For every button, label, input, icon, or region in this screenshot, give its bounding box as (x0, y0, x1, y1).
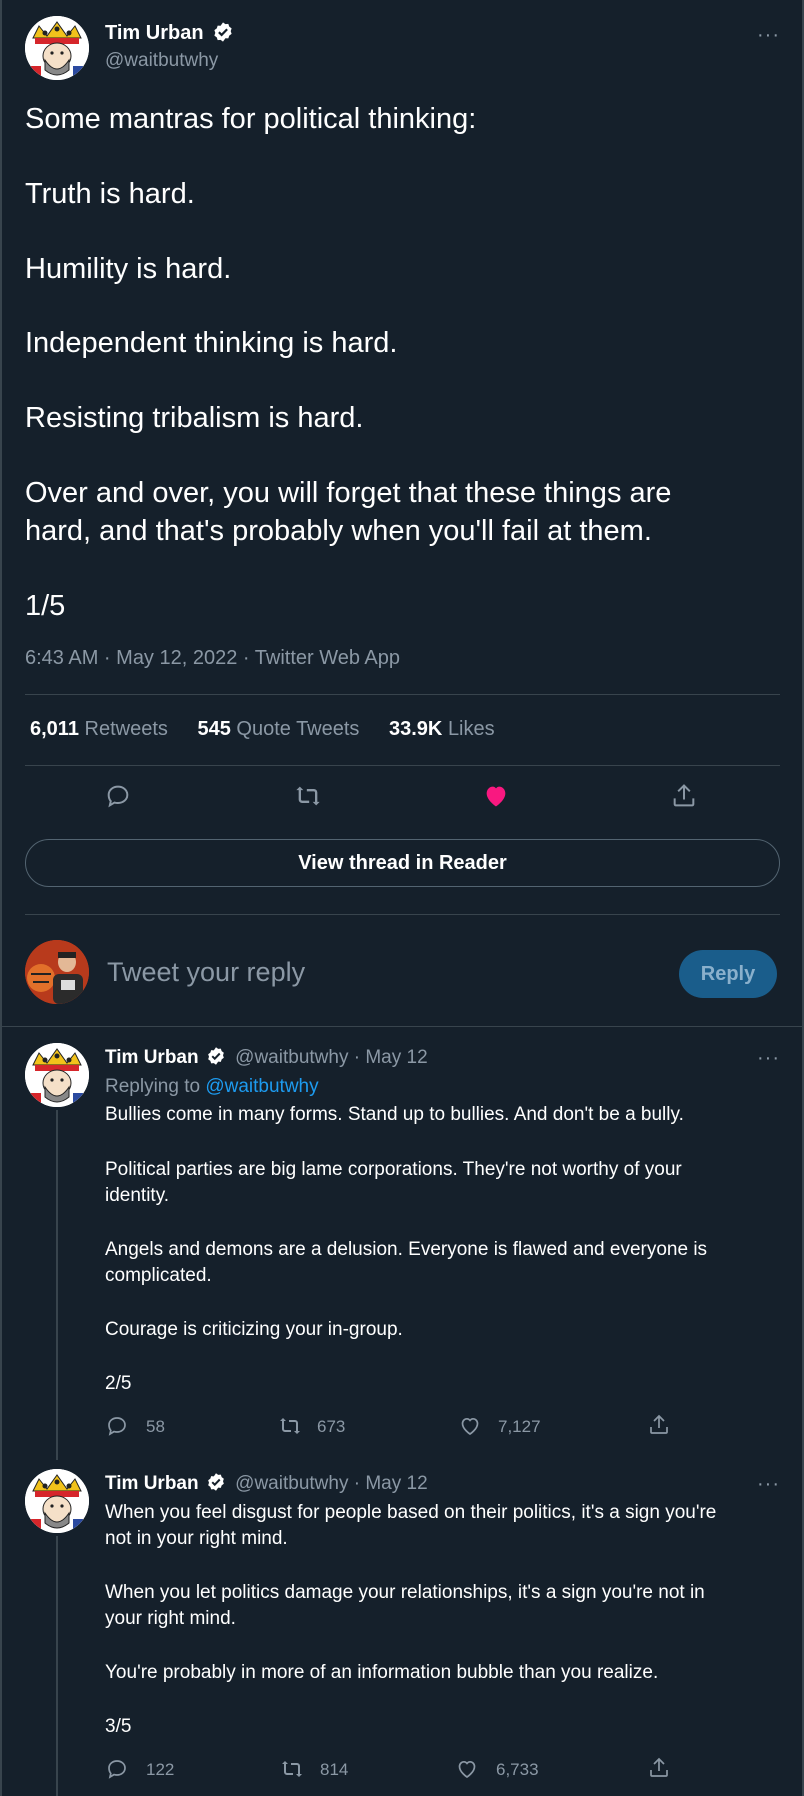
reply-line: your right mind. (105, 1608, 236, 1629)
retweet-icon[interactable] (293, 782, 323, 810)
heart-icon[interactable] (458, 1414, 482, 1438)
reply-line: When you let politics damage your relati… (105, 1582, 705, 1603)
replying-to-label: Replying to (105, 1076, 206, 1097)
replying-to: Replying to @waitbutwhy (105, 1074, 319, 1100)
reply-count: 58 (146, 1417, 165, 1436)
tweet-line: Humility is hard. (25, 253, 232, 285)
author-name[interactable]: Tim Urban (105, 22, 234, 45)
thread-counter: 2/5 (105, 1373, 132, 1394)
heart-icon[interactable] (455, 1757, 479, 1781)
share-icon[interactable] (647, 1413, 671, 1437)
author-name[interactable]: Tim Urban (105, 1473, 199, 1494)
reply-line: Political parties are big lame corporati… (105, 1159, 682, 1180)
current-user-avatar[interactable] (25, 940, 89, 1004)
share-icon[interactable] (670, 782, 698, 810)
reply-header: Tim Urban @waitbutwhy · May 12 (105, 1047, 428, 1069)
replying-to-handle[interactable]: @waitbutwhy (205, 1076, 318, 1097)
divider (25, 694, 780, 695)
reply-line: You're probably in more of an informatio… (105, 1662, 659, 1683)
thread-counter: 1/5 (25, 590, 66, 622)
more-options-icon[interactable]: ··· (757, 25, 780, 45)
tweet-line: Truth is hard. (25, 178, 195, 210)
verified-badge-icon (208, 1473, 224, 1492)
author-avatar[interactable] (25, 1469, 89, 1533)
like-label[interactable]: Likes (448, 718, 495, 740)
author-handle[interactable]: @waitbutwhy (105, 50, 218, 72)
like-count[interactable]: 33.9K (389, 718, 442, 740)
thread-connector (56, 1536, 58, 1796)
quote-count[interactable]: 545 (197, 718, 230, 740)
author-avatar[interactable] (25, 1043, 89, 1107)
author-name-text[interactable]: Tim Urban (105, 22, 204, 44)
tweet-stats: 6,011 Retweets 545 Quote Tweets 33.9K Li… (30, 718, 519, 741)
reply-icon[interactable] (105, 1757, 129, 1781)
tweet-line: Over and over, you will forget that thes… (25, 477, 672, 509)
divider (2, 1026, 802, 1027)
handle-and-date[interactable]: @waitbutwhy · May 12 (235, 1473, 427, 1494)
reply-line: Angels and demons are a delusion. Everyo… (105, 1239, 708, 1260)
more-options-icon[interactable]: ··· (757, 1474, 780, 1494)
reply-line: identity. (105, 1185, 170, 1206)
heart-icon[interactable] (482, 782, 510, 810)
retweet-count: 814 (320, 1760, 349, 1779)
thread-counter: 3/5 (105, 1716, 132, 1737)
divider (25, 914, 780, 915)
view-thread-reader-button[interactable]: View thread in Reader (25, 839, 780, 887)
reply-button[interactable]: Reply (679, 950, 777, 998)
verified-badge-icon (214, 22, 232, 42)
handle-and-date[interactable]: @waitbutwhy · May 12 (235, 1047, 427, 1068)
retweet-icon[interactable] (277, 1414, 303, 1438)
reply-line: complicated. (105, 1265, 212, 1286)
author-avatar[interactable] (25, 16, 89, 80)
reply-header: Tim Urban @waitbutwhy · May 12 (105, 1473, 428, 1495)
reply-line: Courage is criticizing your in-group. (105, 1319, 403, 1340)
reply-line: Bullies come in many forms. Stand up to … (105, 1104, 684, 1125)
like-count: 6,733 (496, 1760, 539, 1779)
retweet-count: 673 (317, 1417, 346, 1436)
more-options-icon[interactable]: ··· (757, 1048, 780, 1068)
reply-count: 122 (146, 1760, 175, 1779)
author-name[interactable]: Tim Urban (105, 1047, 199, 1068)
tweet-line: hard, and that's probably when you'll fa… (25, 515, 652, 547)
tweet-timestamp[interactable]: 6:43 AM · May 12, 2022 · Twitter Web App (25, 647, 400, 670)
reply-icon[interactable] (104, 782, 132, 810)
verified-badge-icon (208, 1047, 224, 1066)
share-icon[interactable] (647, 1756, 671, 1780)
thread-connector (56, 1110, 58, 1460)
reply-input[interactable]: Tweet your reply (107, 957, 305, 988)
retweet-label[interactable]: Retweets (85, 718, 168, 740)
tweet-line: Independent thinking is hard. (25, 327, 398, 359)
reply-icon[interactable] (105, 1414, 129, 1438)
divider (25, 765, 780, 766)
retweet-count[interactable]: 6,011 (30, 718, 79, 740)
quote-label[interactable]: Quote Tweets (236, 718, 359, 740)
tweet-line: Resisting tribalism is hard. (25, 402, 364, 434)
reply-line: When you feel disgust for people based o… (105, 1502, 717, 1523)
reply-line: not in your right mind. (105, 1528, 288, 1549)
tweet-line: Some mantras for political thinking: (25, 103, 477, 135)
like-count: 7,127 (498, 1417, 541, 1436)
retweet-icon[interactable] (279, 1757, 305, 1781)
